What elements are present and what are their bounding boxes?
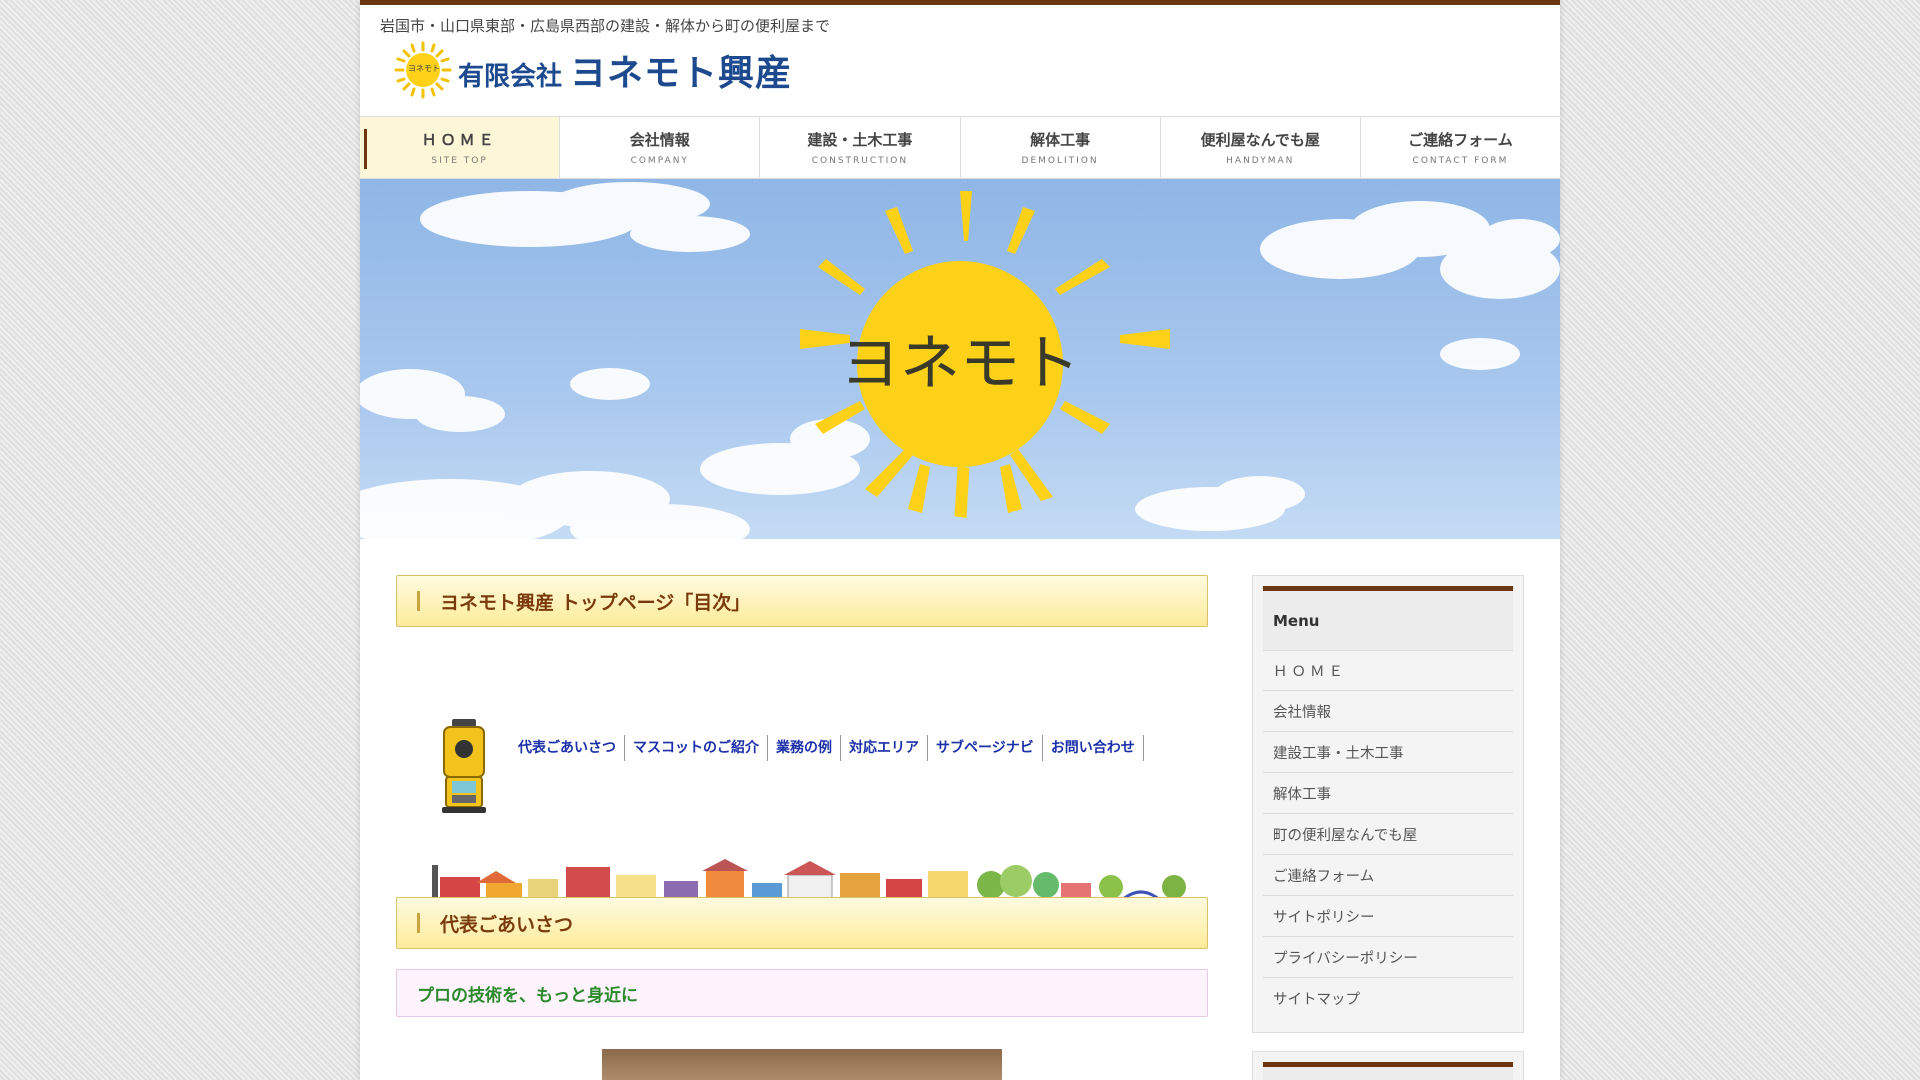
- hero-sky-illustration: ヨネモト: [360, 182, 1560, 539]
- nav-label: 会社情報: [629, 131, 690, 149]
- sidebar-item-sitemap[interactable]: サイトマップ: [1263, 978, 1513, 1019]
- toc-links: 代表ごあいさつ マスコットのご紹介 業務の例 対応エリア サブページナビ お問い…: [518, 735, 1144, 761]
- site-logo[interactable]: ヨネモト 有限会社 ヨネモト興産: [394, 41, 792, 99]
- nav-item-company[interactable]: 会社情報 COMPANY: [560, 117, 761, 178]
- greeting-heading-title: 代表ごあいさつ: [440, 913, 574, 936]
- sidebar-list: ＨＯＭＥ 会社情報 建設工事・土木工事 解体工事 町の便利屋なんでも屋 ご連絡フ…: [1263, 650, 1513, 1019]
- toc-link-mascot[interactable]: マスコットのご紹介: [625, 735, 768, 761]
- global-nav: ＨＯＭＥ SITE TOP 会社情報 COMPANY 建設・土木工事 CONST…: [360, 116, 1560, 179]
- nav-sublabel: CONTACT FORM: [1412, 156, 1509, 166]
- sun-logo-icon: ヨネモト: [394, 41, 452, 99]
- nav-item-demolition[interactable]: 解体工事 DEMOLITION: [961, 117, 1161, 178]
- sidebar-item-construction[interactable]: 建設工事・土木工事: [1263, 732, 1513, 773]
- nav-item-home[interactable]: ＨＯＭＥ SITE TOP: [360, 117, 561, 178]
- sidebar-item-home[interactable]: ＨＯＭＥ: [1263, 650, 1513, 691]
- toc-section: 代表ごあいさつ マスコットのご紹介 業務の例 対応エリア サブページナビ お問い…: [396, 627, 1208, 905]
- toc-link-greeting[interactable]: 代表ごあいさつ: [518, 735, 625, 761]
- nav-label: ＨＯＭＥ: [421, 131, 498, 149]
- greeting-photo: [602, 1049, 1002, 1080]
- hero-sun-text: ヨネモト: [840, 329, 1080, 399]
- surveying-instrument-icon: [434, 717, 494, 817]
- sidebar-item-site-policy[interactable]: サイトポリシー: [1263, 896, 1513, 937]
- toc-heading: ヨネモト興産 トップページ「目次」: [396, 575, 1208, 627]
- sidebar-widget-2-header: [1263, 1062, 1513, 1080]
- nav-sublabel: CONSTRUCTION: [811, 156, 909, 166]
- nav-sublabel: HANDYMAN: [1226, 156, 1295, 166]
- nav-label: 便利屋なんでも屋: [1200, 131, 1320, 149]
- main-content: ヨネモト興産 トップページ「目次」 代表ごあいさつ マスコットのご紹介 業務の例: [396, 575, 1208, 1080]
- site-tagline: 岩国市・山口県東部・広島県西部の建設・解体から町の便利屋まで: [380, 17, 831, 35]
- nav-label: 解体工事: [1030, 131, 1091, 149]
- nav-sublabel: DEMOLITION: [1021, 156, 1099, 166]
- logo-icon-text: ヨネモト: [408, 64, 440, 73]
- toc-link-contact[interactable]: お問い合わせ: [1043, 735, 1144, 761]
- nav-label: ご連絡フォーム: [1408, 131, 1513, 149]
- greeting-subheading: プロの技術を、もっと身近に: [396, 969, 1208, 1017]
- sidebar-title: Menu: [1263, 586, 1513, 650]
- logo-company-name: ヨネモト興産: [570, 53, 793, 94]
- nav-label: 建設・土木工事: [807, 131, 913, 149]
- toc-link-services[interactable]: 業務の例: [768, 735, 841, 761]
- sidebar-item-contact[interactable]: ご連絡フォーム: [1263, 855, 1513, 896]
- sidebar-item-privacy-policy[interactable]: プライバシーポリシー: [1263, 937, 1513, 978]
- nav-sublabel: SITE TOP: [431, 156, 488, 166]
- hero-banner: ヨネモト: [360, 179, 1560, 539]
- logo-prefix: 有限会社: [458, 62, 563, 92]
- heading-mark: [417, 591, 420, 611]
- sidebar-menu: Menu ＨＯＭＥ 会社情報 建設工事・土木工事 解体工事 町の便利屋なんでも屋…: [1252, 575, 1524, 1033]
- nav-item-contact[interactable]: ご連絡フォーム CONTACT FORM: [1361, 117, 1560, 178]
- toc-heading-title: ヨネモト興産 トップページ「目次」: [440, 591, 751, 614]
- toc-link-area[interactable]: 対応エリア: [841, 735, 928, 761]
- toc-link-subnav[interactable]: サブページナビ: [928, 735, 1043, 761]
- sidebar-item-company[interactable]: 会社情報: [1263, 691, 1513, 732]
- greeting-heading: 代表ごあいさつ: [396, 897, 1208, 949]
- nav-item-construction[interactable]: 建設・土木工事 CONSTRUCTION: [760, 117, 961, 178]
- sidebar-item-handyman[interactable]: 町の便利屋なんでも屋: [1263, 814, 1513, 855]
- greeting-subheading-text: プロの技術を、もっと身近に: [417, 985, 638, 1006]
- heading-mark: [417, 913, 420, 933]
- nav-item-handyman[interactable]: 便利屋なんでも屋 HANDYMAN: [1161, 117, 1361, 178]
- nav-sublabel: COMPANY: [630, 156, 689, 166]
- page-container: 岩国市・山口県東部・広島県西部の建設・解体から町の便利屋まで ヨネモト 有限会社: [360, 0, 1560, 1080]
- sidebar-widget-2: [1252, 1051, 1524, 1080]
- sidebar-item-demolition[interactable]: 解体工事: [1263, 773, 1513, 814]
